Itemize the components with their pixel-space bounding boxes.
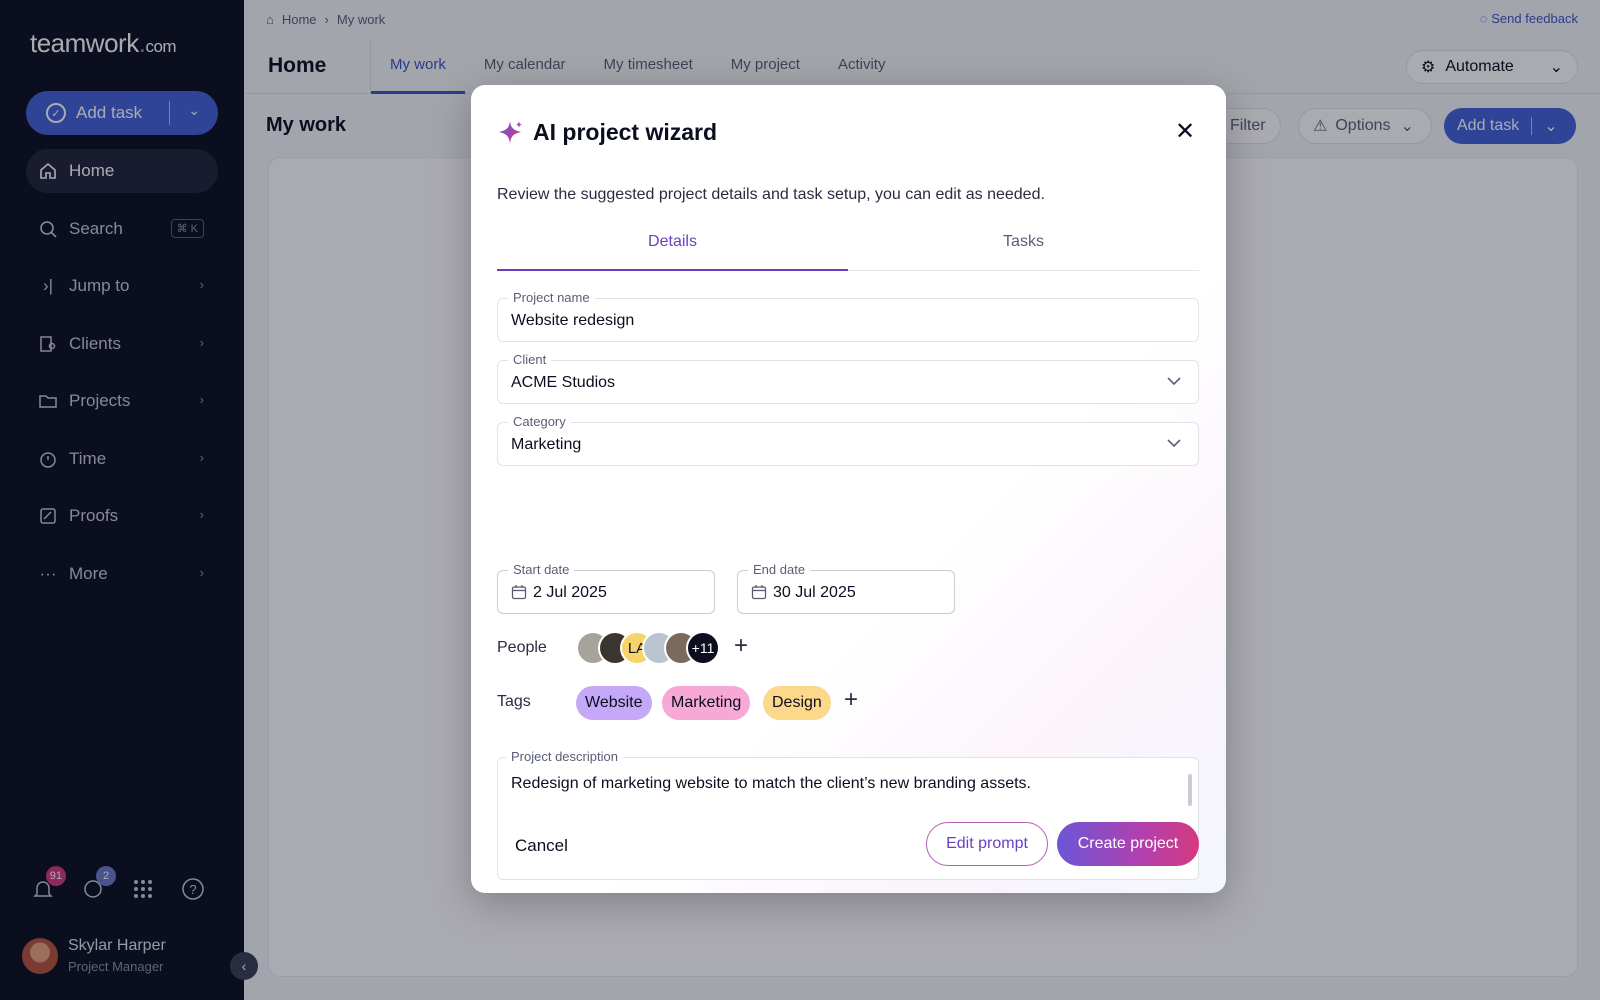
- ai-project-wizard-dialog: AI project wizard ✕ Review the suggested…: [471, 85, 1226, 893]
- calendar-icon: [511, 585, 527, 600]
- field-value: Marketing: [511, 436, 582, 453]
- tag-website[interactable]: Website: [576, 686, 652, 720]
- people-avatars[interactable]: LA +11: [576, 631, 720, 665]
- field-value: ACME Studios: [511, 374, 616, 391]
- field-label: End date: [748, 562, 811, 578]
- end-date-field[interactable]: End date 30 Jul 2025: [737, 562, 955, 614]
- tag-design[interactable]: Design: [763, 686, 831, 720]
- tab-details[interactable]: Details: [497, 233, 848, 271]
- add-tag-button[interactable]: +: [844, 686, 858, 714]
- avatar-overflow-count[interactable]: +11: [686, 631, 720, 665]
- dialog-subtitle: Review the suggested project details and…: [497, 186, 1045, 203]
- tags-label: Tags: [497, 693, 531, 710]
- field-label: Client: [508, 352, 552, 368]
- cancel-button[interactable]: Cancel: [515, 836, 568, 856]
- close-icon[interactable]: ✕: [1174, 118, 1196, 145]
- add-person-button[interactable]: +: [734, 632, 748, 660]
- dialog-title: AI project wizard: [497, 118, 717, 146]
- chevron-down-icon: [1167, 377, 1181, 386]
- chevron-down-icon: [1167, 439, 1181, 448]
- scrollbar[interactable]: [1188, 774, 1192, 806]
- field-value: Redesign of marketing website to match t…: [511, 775, 1031, 792]
- start-date-field[interactable]: Start date 2 Jul 2025: [497, 562, 715, 614]
- category-select[interactable]: Category Marketing: [497, 414, 1199, 466]
- tab-tasks[interactable]: Tasks: [848, 233, 1199, 270]
- dialog-tabs: Details Tasks: [497, 233, 1199, 271]
- calendar-icon: [751, 585, 767, 600]
- project-name-field[interactable]: Project name Website redesign: [497, 290, 1199, 342]
- tag-marketing[interactable]: Marketing: [662, 686, 751, 720]
- field-label: Start date: [508, 562, 575, 578]
- field-value: Website redesign: [511, 312, 635, 329]
- field-label: Project name: [508, 290, 595, 306]
- field-value: 2 Jul 2025: [533, 584, 607, 601]
- field-label: Category: [508, 414, 571, 430]
- sparkle-icon: [499, 121, 522, 144]
- client-select[interactable]: Client ACME Studios: [497, 352, 1199, 404]
- create-project-button[interactable]: Create project: [1057, 822, 1199, 866]
- edit-prompt-button[interactable]: Edit prompt: [926, 822, 1048, 866]
- field-value: 30 Jul 2025: [773, 584, 856, 601]
- field-label: Project description: [506, 749, 623, 765]
- people-label: People: [497, 639, 547, 656]
